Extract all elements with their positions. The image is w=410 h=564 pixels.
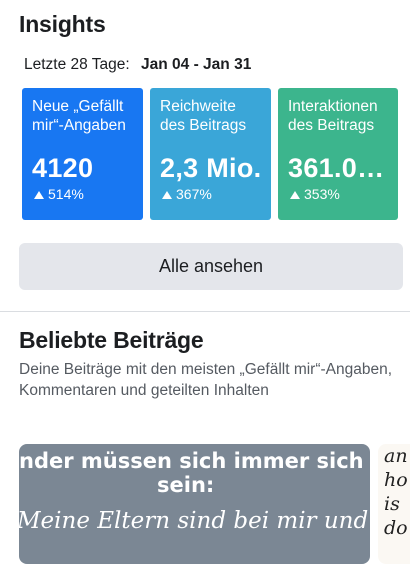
card-title: Reichweite des Beitrags <box>160 98 247 134</box>
triangle-up-icon <box>290 190 300 199</box>
card-title: Neue „Gefällt mir“-Angaben <box>32 98 126 134</box>
popular-posts-description: Deine Beiträge mit den meisten „Gefällt … <box>19 361 393 399</box>
popular-posts-title: Beliebte Beiträge <box>19 327 204 353</box>
card-post-engagement[interactable]: Interaktionen des Beitrags 361.0… 353% <box>278 88 398 220</box>
card-change-value: 514% <box>48 186 84 202</box>
card-new-likes[interactable]: Neue „Gefällt mir“-Angaben 4120 514% <box>22 88 143 220</box>
post-thumbnail[interactable]: nder müssen sich immer sich sein: Meine … <box>19 444 370 564</box>
card-change: 514% <box>32 186 133 203</box>
post-text-line: sein: <box>157 473 215 497</box>
period-label: Letzte 28 Tage: <box>24 56 130 73</box>
insights-title: Insights <box>19 11 106 37</box>
post-thumbnail[interactable]: an ho is do <box>378 444 410 564</box>
triangle-up-icon <box>34 190 44 199</box>
card-change: 353% <box>288 186 388 203</box>
see-all-button[interactable]: Alle ansehen <box>19 243 403 290</box>
card-value: 2,3 Mio. <box>160 153 262 183</box>
section-divider <box>0 311 410 312</box>
triangle-up-icon <box>162 190 172 199</box>
card-change-value: 367% <box>176 186 212 202</box>
period-range[interactable]: Jan 04 - Jan 31 <box>141 56 251 73</box>
post-text-line: nder müssen sich immer sich <box>19 449 364 473</box>
post-text: an ho is do <box>384 445 408 539</box>
post-text-line: Meine Eltern sind bei mir und lass <box>19 508 370 534</box>
card-change: 367% <box>160 186 261 203</box>
card-post-reach[interactable]: Reichweite des Beitrags 2,3 Mio. 367% <box>150 88 271 220</box>
card-value: 4120 <box>32 153 94 183</box>
card-title: Interaktionen des Beitrags <box>288 98 378 134</box>
period-row: Letzte 28 Tage: Jan 04 - Jan 31 <box>24 56 251 74</box>
card-change-value: 353% <box>304 186 340 202</box>
card-value: 361.0… <box>288 153 385 183</box>
